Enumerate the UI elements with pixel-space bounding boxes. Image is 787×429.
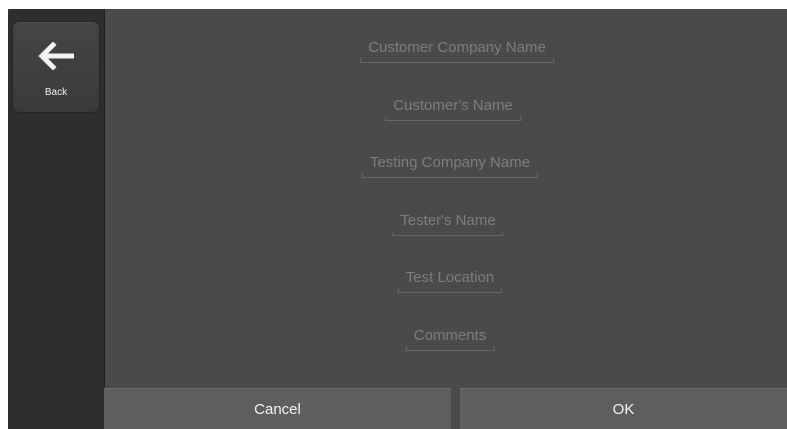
form-screen: Back Customer Company Name Customer's Na… — [8, 9, 787, 429]
button-divider — [451, 388, 460, 429]
arrow-left-icon — [38, 42, 74, 70]
testing-company-name-field[interactable]: Testing Company Name — [361, 154, 539, 178]
tester-name-field[interactable]: Tester's Name — [392, 212, 505, 236]
sidebar: Back — [8, 9, 105, 429]
back-button[interactable]: Back — [12, 21, 100, 113]
comments-field[interactable]: Comments — [405, 327, 495, 351]
ok-button[interactable]: OK — [460, 388, 787, 429]
customer-name-field[interactable]: Customer's Name — [385, 97, 521, 121]
cancel-button[interactable]: Cancel — [104, 388, 451, 429]
back-label: Back — [44, 87, 68, 98]
customer-company-name-field[interactable]: Customer Company Name — [360, 39, 554, 63]
test-location-field[interactable]: Test Location — [397, 269, 503, 293]
